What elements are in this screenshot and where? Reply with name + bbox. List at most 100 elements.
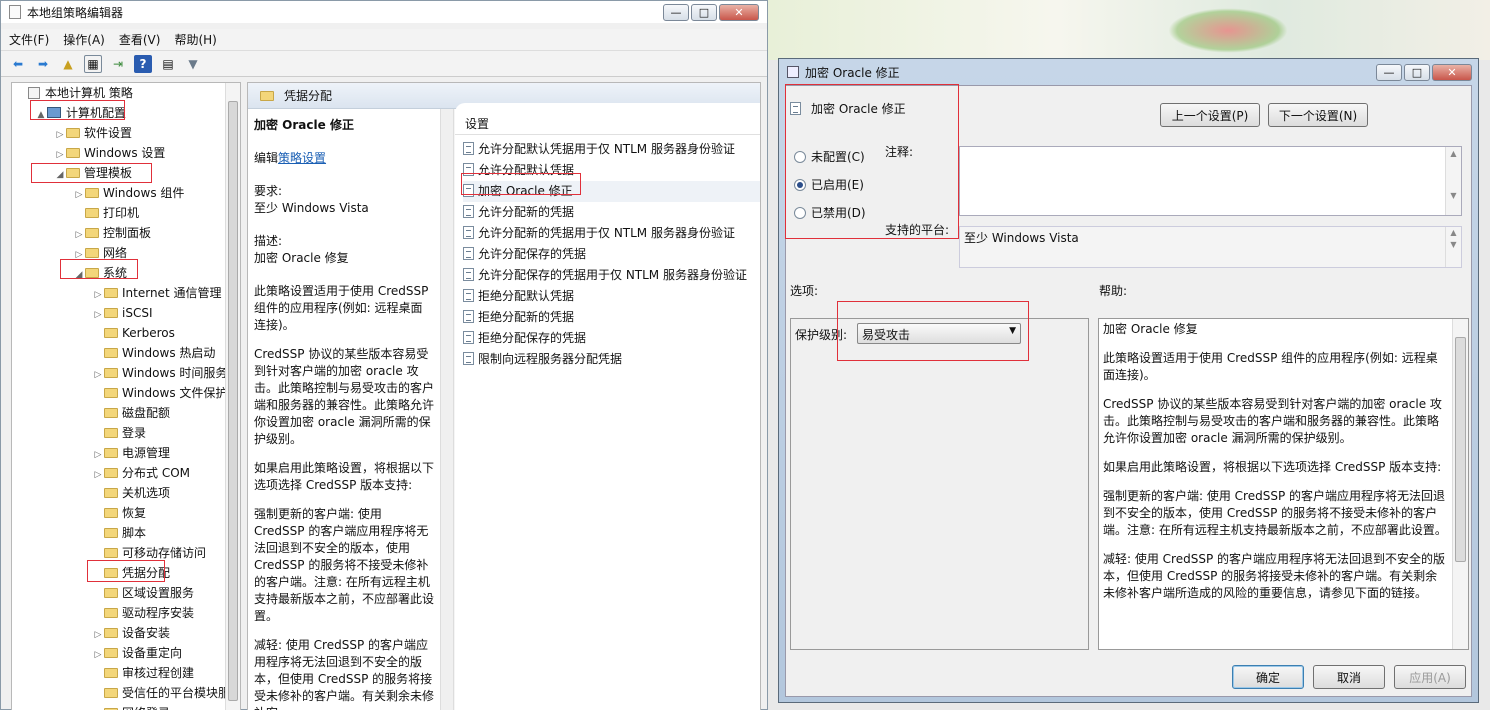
radio-enabled[interactable]: 已启用(E) (794, 176, 864, 193)
tree-item[interactable]: ▷ 分布式 COM (12, 463, 240, 483)
tree-item[interactable]: 恢复 (12, 503, 240, 523)
help-scrollbar[interactable] (1452, 319, 1468, 649)
tree-item[interactable]: Windows 热启动 (12, 343, 240, 363)
menu-view[interactable]: 查看(V) (119, 31, 161, 48)
tree-item[interactable]: Windows 文件保护 (12, 383, 240, 403)
help-icon[interactable]: ? (134, 54, 152, 73)
forward-arrow-icon[interactable]: ➡ (34, 55, 52, 73)
tree-item[interactable]: ▷ 设备重定向 (12, 643, 240, 663)
tree-item[interactable]: 驱动程序安装 (12, 603, 240, 623)
setting-row[interactable]: 限制向远程服务器分配凭据 (463, 349, 760, 370)
menu-file[interactable]: 文件(F) (9, 31, 49, 48)
tree-scrollbar[interactable] (225, 83, 240, 710)
menu-action[interactable]: 操作(A) (63, 31, 105, 48)
tree-item[interactable]: ▷ Windows 时间服务 (12, 363, 240, 383)
tree-item[interactable]: ▷ 控制面板 (12, 223, 240, 243)
expand-arrow-icon[interactable]: ▷ (92, 285, 104, 305)
expand-arrow-icon[interactable]: ▷ (92, 465, 104, 485)
expand-arrow-icon[interactable]: ▲ (35, 105, 47, 125)
tree-item[interactable]: 磁盘配额 (12, 403, 240, 423)
show-hide-tree-icon[interactable]: ▦ (84, 54, 102, 73)
help-scroll-thumb[interactable] (1455, 337, 1466, 562)
properties-icon[interactable]: ▤ (159, 55, 177, 73)
export-list-icon[interactable]: ⇥ (109, 55, 127, 73)
tree-item[interactable]: 打印机 (12, 203, 240, 223)
tree-item[interactable]: ◢ 系统 (12, 263, 240, 283)
tree-item[interactable]: 脚本 (12, 523, 240, 543)
tree-item[interactable]: ▷ 设备安装 (12, 623, 240, 643)
cancel-button[interactable]: 取消 (1313, 665, 1385, 689)
setting-row[interactable]: 允许分配保存的凭据用于仅 NTLM 服务器身份验证 (463, 265, 760, 286)
prev-setting-button[interactable]: 上一个设置(P) (1160, 103, 1260, 127)
tree-item[interactable]: ▲ 计算机配置 (12, 103, 240, 123)
tree-item[interactable]: 审核过程创建 (12, 663, 240, 683)
next-setting-button[interactable]: 下一个设置(N) (1268, 103, 1368, 127)
dialog-minimize-button[interactable]: — (1376, 63, 1402, 81)
tree-item[interactable]: ▷ 电源管理 (12, 443, 240, 463)
tree-item[interactable]: ▷ 网络登录 (12, 703, 240, 710)
platform-scrollbar[interactable]: ▲ ▼ (1445, 227, 1461, 267)
splitter[interactable] (440, 109, 454, 710)
settings-header[interactable]: 设置 (465, 117, 489, 131)
expand-arrow-icon[interactable]: ◢ (54, 165, 66, 185)
tree-item[interactable]: ▷ Windows 设置 (12, 143, 240, 163)
close-button[interactable]: ✕ (719, 3, 759, 21)
menu-help[interactable]: 帮助(H) (174, 31, 216, 48)
radio-disabled-circle[interactable] (794, 207, 806, 219)
tree-item[interactable]: ▷ iSCSI (12, 303, 240, 323)
radio-enabled-circle[interactable] (794, 179, 806, 191)
maximize-button[interactable]: □ (691, 3, 717, 21)
expand-arrow-icon[interactable]: ◢ (73, 265, 85, 285)
expand-arrow-icon[interactable]: ▷ (54, 125, 66, 145)
radio-not-configured-circle[interactable] (794, 151, 806, 163)
back-arrow-icon[interactable]: ⬅ (9, 55, 27, 73)
tree-item[interactable]: 可移动存储访问 (12, 543, 240, 563)
tree-item[interactable]: 登录 (12, 423, 240, 443)
tree-item[interactable]: ◢ 管理模板 (12, 163, 240, 183)
policy-settings-link[interactable]: 策略设置 (278, 151, 326, 165)
expand-arrow-icon[interactable]: ▷ (92, 445, 104, 465)
setting-row[interactable]: 允许分配默认凭据 (463, 160, 760, 181)
setting-row[interactable]: 拒绝分配新的凭据 (463, 307, 760, 328)
radio-disabled[interactable]: 已禁用(D) (794, 204, 866, 221)
tree-item[interactable]: 凭据分配 (12, 563, 240, 583)
tree-scroll-thumb[interactable] (228, 101, 238, 701)
tree-item[interactable]: 关机选项 (12, 483, 240, 503)
ok-button[interactable]: 确定 (1232, 665, 1304, 689)
tree-item[interactable]: 受信任的平台模块服务 (12, 683, 240, 703)
chevron-down-icon[interactable]: ▼ (1009, 326, 1016, 336)
dialog-maximize-button[interactable]: □ (1404, 63, 1430, 81)
expand-arrow-icon[interactable]: ▷ (92, 365, 104, 385)
protection-select[interactable]: 易受攻击 ▼ (857, 323, 1021, 344)
up-folder-icon[interactable]: ▲ (59, 55, 77, 73)
setting-row[interactable]: 允许分配新的凭据用于仅 NTLM 服务器身份验证 (463, 223, 760, 244)
radio-not-configured[interactable]: 未配置(C) (794, 148, 865, 165)
setting-row[interactable]: 加密 Oracle 修正 (463, 181, 760, 202)
tree-item[interactable]: ▷ 网络 (12, 243, 240, 263)
expand-arrow-icon[interactable]: ▷ (92, 305, 104, 325)
minimize-button[interactable]: — (663, 3, 689, 21)
filter-icon[interactable]: ▼ (184, 55, 202, 73)
expand-arrow-icon[interactable]: ▷ (54, 145, 66, 165)
expand-arrow-icon[interactable]: ▷ (73, 245, 85, 265)
setting-row[interactable]: 拒绝分配默认凭据 (463, 286, 760, 307)
tree-item[interactable]: Kerberos (12, 323, 240, 343)
expand-arrow-icon[interactable]: ▷ (73, 185, 85, 205)
tree-item[interactable]: 区域设置服务 (12, 583, 240, 603)
comment-scrollbar[interactable]: ▲ ▼ (1445, 147, 1461, 215)
comment-textarea[interactable]: ▲ ▼ (959, 146, 1462, 216)
setting-row[interactable]: 允许分配新的凭据 (463, 202, 760, 223)
setting-row[interactable]: 允许分配保存的凭据 (463, 244, 760, 265)
expand-arrow-icon[interactable]: ▷ (92, 705, 104, 710)
expand-arrow-icon[interactable]: ▷ (73, 225, 85, 245)
tree-item[interactable]: 本地计算机 策略 (12, 83, 240, 103)
tree-item[interactable]: ▷ Internet 通信管理 (12, 283, 240, 303)
expand-arrow-icon[interactable]: ▷ (92, 645, 104, 665)
setting-row[interactable]: 拒绝分配保存的凭据 (463, 328, 760, 349)
apply-button[interactable]: 应用(A) (1394, 665, 1466, 689)
dialog-close-button[interactable]: ✕ (1432, 63, 1472, 81)
expand-arrow-icon[interactable]: ▷ (92, 625, 104, 645)
setting-row[interactable]: 允许分配默认凭据用于仅 NTLM 服务器身份验证 (463, 139, 760, 160)
tree-item[interactable]: ▷ Windows 组件 (12, 183, 240, 203)
tree-item[interactable]: ▷ 软件设置 (12, 123, 240, 143)
